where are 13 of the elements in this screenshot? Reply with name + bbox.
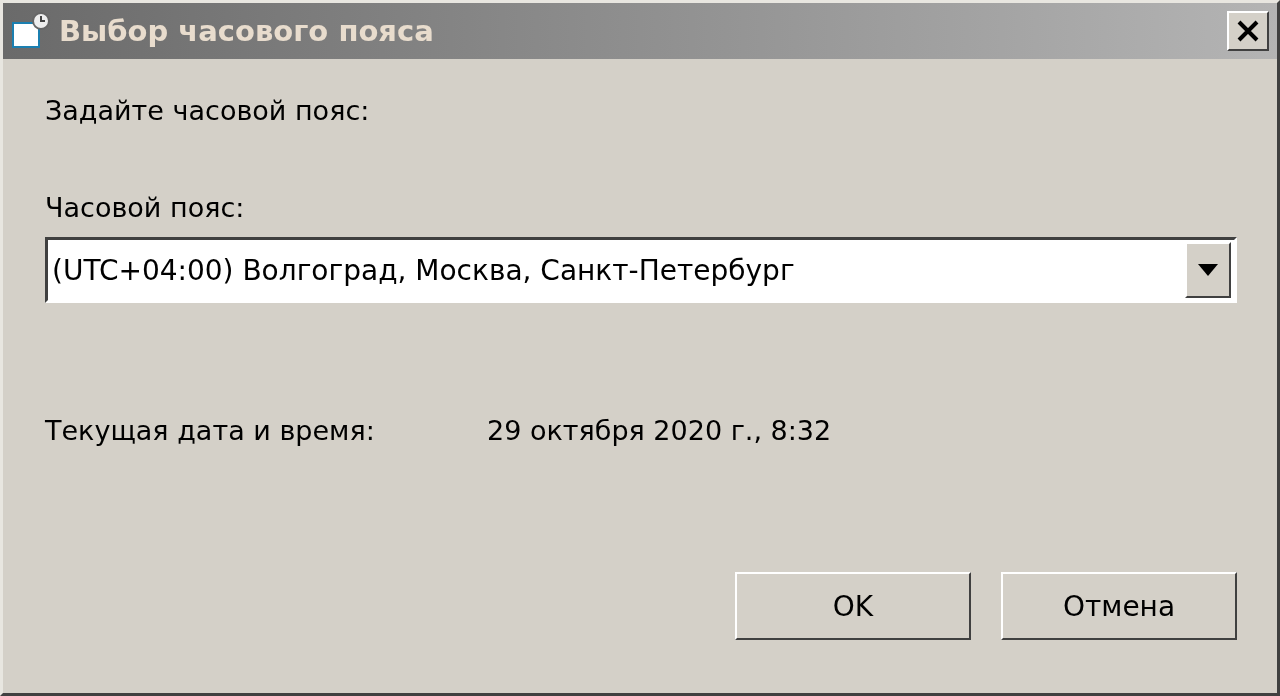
close-button[interactable] <box>1227 11 1269 51</box>
datetime-label: Текущая дата и время: <box>45 415 376 446</box>
caret-icon <box>1198 264 1218 276</box>
datetime-value: 29 октября 2020 г., 8:32 <box>487 415 832 446</box>
close-icon <box>1236 20 1260 42</box>
dropdown-value: (UTC+04:00) Волгоград, Москва, Санкт-Петербург <box>51 253 796 287</box>
timezone-dropdown[interactable]: (UTC+04:00) Волгоград, Москва, Санкт-Петербург <box>45 237 1237 303</box>
cancel-button[interactable]: Отмена <box>1001 572 1237 640</box>
instruction-text: Задайте часовой пояс: <box>45 95 371 126</box>
timezone-label: Часовой пояс: <box>45 192 246 223</box>
ok-button[interactable]: OK <box>735 572 971 640</box>
dropdown-button[interactable] <box>1185 242 1231 298</box>
window-title: Выбор часового пояса <box>59 14 435 48</box>
